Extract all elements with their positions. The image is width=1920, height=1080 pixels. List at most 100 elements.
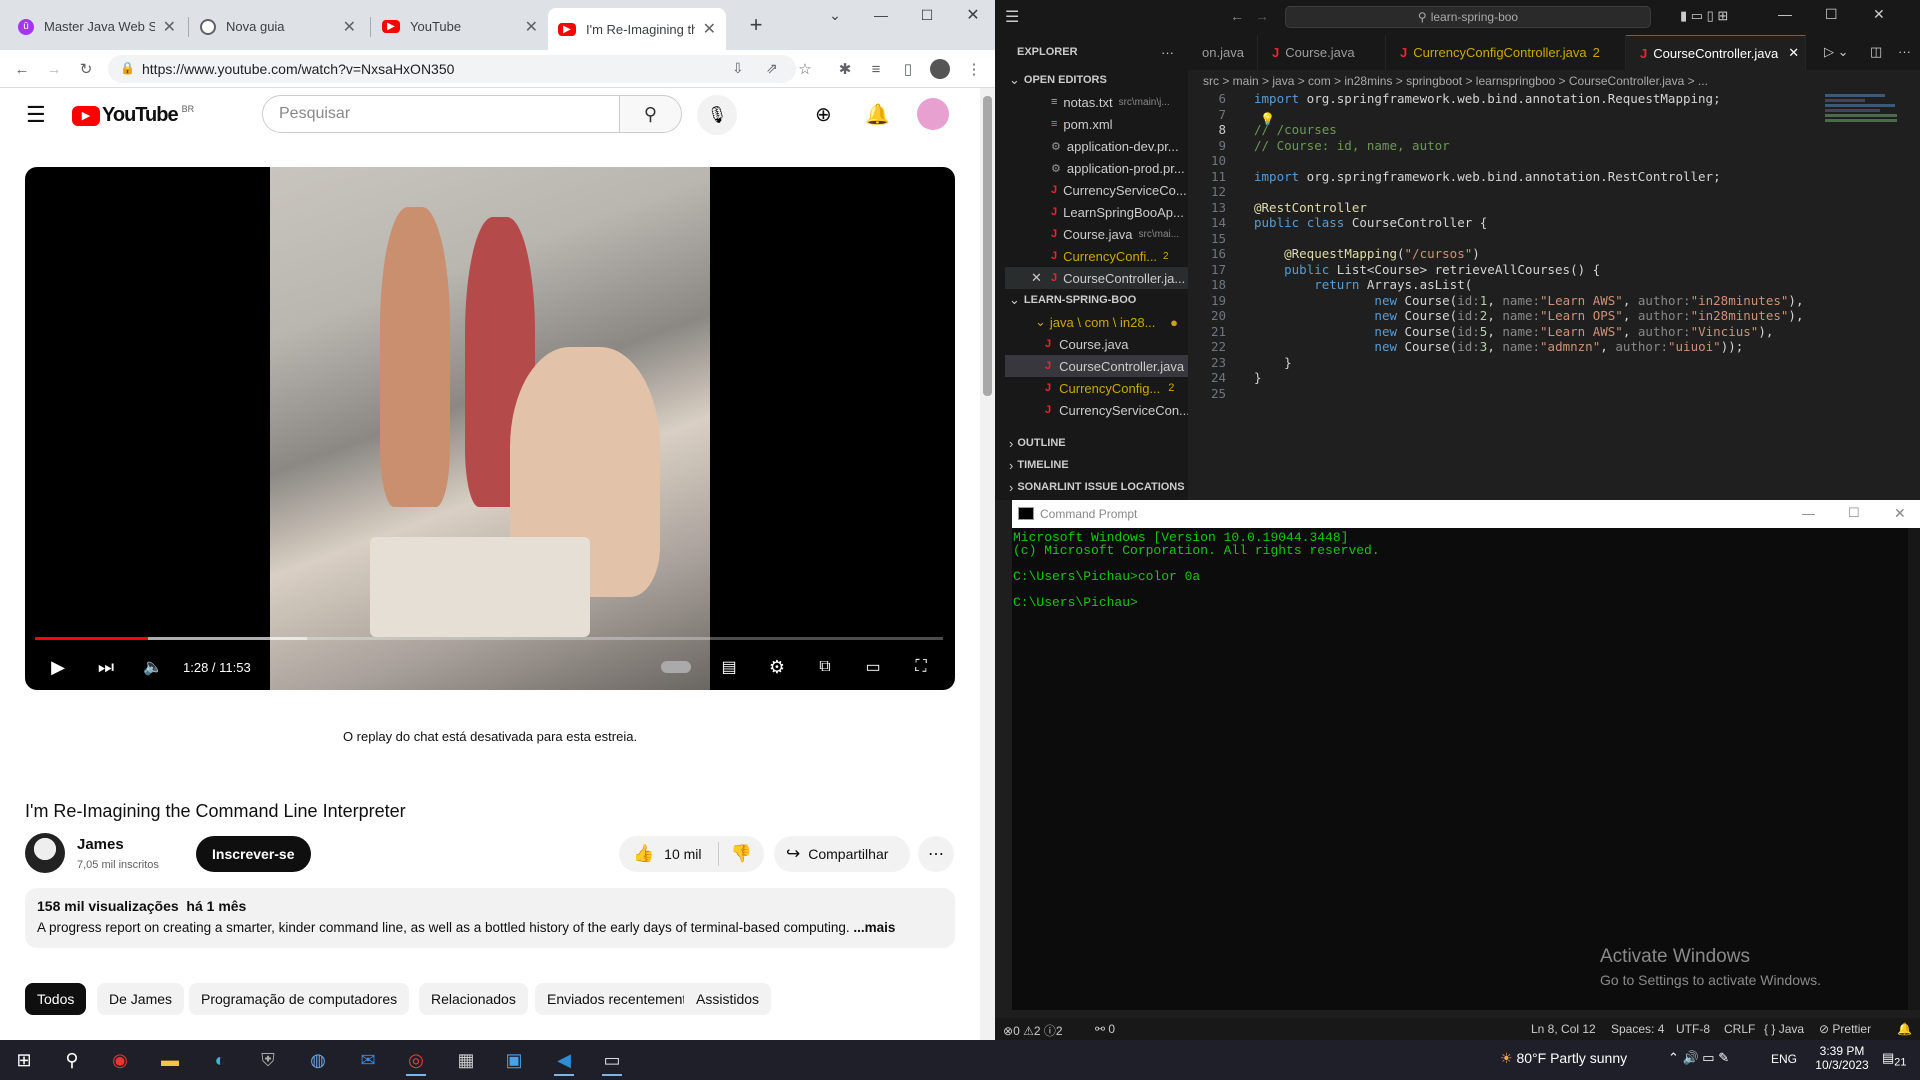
miniplayer-icon[interactable]: ⧉ xyxy=(811,654,839,680)
like-icon[interactable]: 👍 xyxy=(633,844,654,864)
filter-chip[interactable]: Todos xyxy=(25,983,87,1015)
close-window-icon[interactable]: ✕ xyxy=(1873,6,1885,23)
command-prompt-window[interactable]: Command Prompt — ☐ ✕ Microsoft Windows [… xyxy=(1012,500,1920,1010)
next-video-icon[interactable]: ⏭ xyxy=(93,654,119,680)
notifications-icon[interactable]: 🔔 xyxy=(1897,1022,1912,1036)
chrome-icon[interactable]: ◎ xyxy=(396,1044,436,1076)
tab-search-icon[interactable]: ⌄ xyxy=(812,0,858,30)
minimap[interactable] xyxy=(1825,92,1905,152)
nav-back-icon[interactable]: ← xyxy=(1230,8,1244,24)
cmd-scrollbar[interactable] xyxy=(1908,528,1920,1010)
prettier-status[interactable]: ⊘ Prettier xyxy=(1819,1022,1871,1036)
layout-icons[interactable]: ▮ ▭ ▯ ⊞ xyxy=(1680,8,1728,24)
open-editor-item[interactable]: J Course.java src\mai... xyxy=(1005,223,1188,245)
sonarlint-header[interactable]: › SONARLINT ISSUE LOCATIONS xyxy=(1005,476,1188,498)
browser-tab-active[interactable]: ▶ I'm Re-Imagining the ✕ xyxy=(548,8,726,50)
ports-indicator[interactable]: ⚯ 0 xyxy=(1095,1022,1115,1036)
maximize-icon[interactable]: ☐ xyxy=(1825,6,1838,23)
open-editor-item[interactable]: J LearnSpringBooAp... xyxy=(1005,201,1188,223)
extensions-icon[interactable]: ✱ xyxy=(835,59,855,79)
store-icon[interactable]: ▣ xyxy=(494,1044,534,1076)
page-scrollbar[interactable] xyxy=(980,88,995,1040)
app-icon-red[interactable]: ◉ xyxy=(100,1044,140,1076)
tab-course-java[interactable]: J Course.java xyxy=(1258,35,1386,70)
clock[interactable]: 3:39 PM 10/3/2023 xyxy=(1812,1044,1872,1072)
filter-chip[interactable]: Relacionados xyxy=(419,983,528,1015)
maximize-icon[interactable]: ☐ xyxy=(904,0,950,30)
project-header[interactable]: ⌄ LEARN-SPRING-BOO xyxy=(1005,289,1188,311)
folder-java[interactable]: ⌄ java \ com \ in28... ● xyxy=(1005,311,1188,333)
youtube-logo[interactable]: ▶ YouTube BR xyxy=(72,104,194,127)
open-editor-item[interactable]: ⚙ application-dev.pr... xyxy=(1005,135,1188,157)
vscode-icon[interactable]: ◀ xyxy=(544,1044,584,1076)
notification-center-icon[interactable]: ▤21 xyxy=(1882,1050,1906,1069)
tab-currency-config[interactable]: J CurrencyConfigController.java 2 xyxy=(1386,35,1626,70)
notifications-bell-icon[interactable]: 🔔 xyxy=(865,102,890,127)
chrome-menu-icon[interactable]: ⋮ xyxy=(964,59,984,79)
search-button[interactable]: ⚲ xyxy=(619,95,682,133)
create-video-icon[interactable]: ⊕ xyxy=(815,102,832,127)
scrollbar-thumb[interactable] xyxy=(983,96,992,396)
edge-icon[interactable]: ◐ xyxy=(200,1044,240,1076)
more-actions-icon[interactable]: ··· xyxy=(1161,45,1174,60)
forward-icon[interactable]: → xyxy=(44,59,64,79)
share-button[interactable]: ↪ Compartilhar xyxy=(774,836,910,872)
tab-course-controller[interactable]: J CourseController.java ✕ xyxy=(1626,35,1806,70)
profile-avatar[interactable] xyxy=(930,59,950,79)
browser-tab-new[interactable]: Nova guia ✕ xyxy=(190,9,366,44)
more-actions-icon[interactable]: ··· xyxy=(1898,44,1911,59)
terminal-icon[interactable]: ▭ xyxy=(592,1044,632,1076)
browser-tab-youtube[interactable]: ▶ YouTube ✕ xyxy=(372,9,548,44)
tab-on-java[interactable]: on.java xyxy=(1188,35,1258,70)
subscribe-button[interactable]: Inscrever-se xyxy=(196,836,311,872)
subtitles-icon[interactable]: ▤ xyxy=(715,654,743,680)
encoding[interactable]: UTF-8 xyxy=(1676,1022,1710,1036)
file-explorer-icon[interactable]: ▬ xyxy=(150,1044,190,1076)
hamburger-menu-icon[interactable]: ☰ xyxy=(26,102,46,128)
more-link[interactable]: ...mais xyxy=(853,920,895,935)
lightbulb-icon[interactable]: 💡 xyxy=(1260,112,1275,126)
indentation[interactable]: Spaces: 4 xyxy=(1611,1022,1664,1036)
install-icon[interactable]: ⇩ xyxy=(732,60,744,77)
search-input[interactable]: Pesquisar xyxy=(262,95,620,133)
channel-name[interactable]: James xyxy=(77,836,124,853)
close-tab-icon[interactable]: ✕ xyxy=(1788,45,1799,61)
reload-icon[interactable]: ↻ xyxy=(76,59,96,79)
dislike-icon[interactable]: 👎 xyxy=(731,844,752,864)
fullscreen-icon[interactable]: ⛶ xyxy=(907,654,935,680)
filter-chip[interactable]: Programação de computadores xyxy=(189,983,410,1015)
side-panel-icon[interactable]: ▯ xyxy=(898,59,918,79)
close-window-icon[interactable]: ✕ xyxy=(950,0,995,30)
voice-search-icon[interactable]: 🎙 xyxy=(697,95,737,135)
cursor-position[interactable]: Ln 8, Col 12 xyxy=(1531,1022,1596,1036)
project-file-item[interactable]: J CurrencyConfig... 2 xyxy=(1005,377,1188,399)
start-windows-icon[interactable]: ⊞ xyxy=(4,1044,44,1076)
mail-icon[interactable]: ✉ xyxy=(348,1044,388,1076)
maximize-icon[interactable]: ☐ xyxy=(1848,505,1860,521)
minimize-icon[interactable]: — xyxy=(1802,506,1815,521)
close-tab-icon[interactable]: ✕ xyxy=(525,17,538,37)
split-editor-icon[interactable]: ◫ xyxy=(1870,44,1882,60)
open-editor-item[interactable]: ≡ pom.xml xyxy=(1005,113,1188,135)
close-editor-icon[interactable]: ✕ xyxy=(1031,270,1045,286)
calculator-icon[interactable]: ▦ xyxy=(446,1044,486,1076)
project-file-item[interactable]: J CourseController.java xyxy=(1005,355,1188,377)
theater-mode-icon[interactable]: ▭ xyxy=(859,654,887,680)
nav-forward-icon[interactable]: → xyxy=(1255,8,1269,24)
code-editor[interactable]: 6 import org.springframework.web.bind.ann… xyxy=(1188,91,1920,500)
line-ending[interactable]: CRLF xyxy=(1724,1022,1755,1036)
open-editor-item[interactable]: J CurrencyConfi... 2 xyxy=(1005,245,1188,267)
more-actions-icon[interactable]: ⋯ xyxy=(918,836,954,872)
like-count[interactable]: 10 mil xyxy=(664,846,701,862)
new-tab-button[interactable]: + xyxy=(733,10,779,40)
settings-gear-icon[interactable]: ⚙ xyxy=(763,654,791,680)
search-icon[interactable]: ⚲ xyxy=(52,1044,92,1076)
problems-indicator[interactable]: ⊗0 ⚠2 ⓘ2 xyxy=(1003,1022,1063,1039)
filter-chip[interactable]: Assistidos xyxy=(684,983,772,1015)
browser-tab-udemy[interactable]: ū Master Java Web Ser ✕ xyxy=(8,9,186,44)
code-line[interactable]: 25 xyxy=(1188,384,1920,403)
media-control-icon[interactable]: ≡ xyxy=(866,59,886,79)
input-language[interactable]: ENG xyxy=(1771,1052,1797,1066)
open-editor-item[interactable]: ≡ notas.txt src\main\j... xyxy=(1005,91,1188,113)
video-player[interactable]: ▶ ⏭ 🔈 1:28 / 11:53 ▤ ⚙ ⧉ ▭ ⛶ xyxy=(25,167,955,690)
